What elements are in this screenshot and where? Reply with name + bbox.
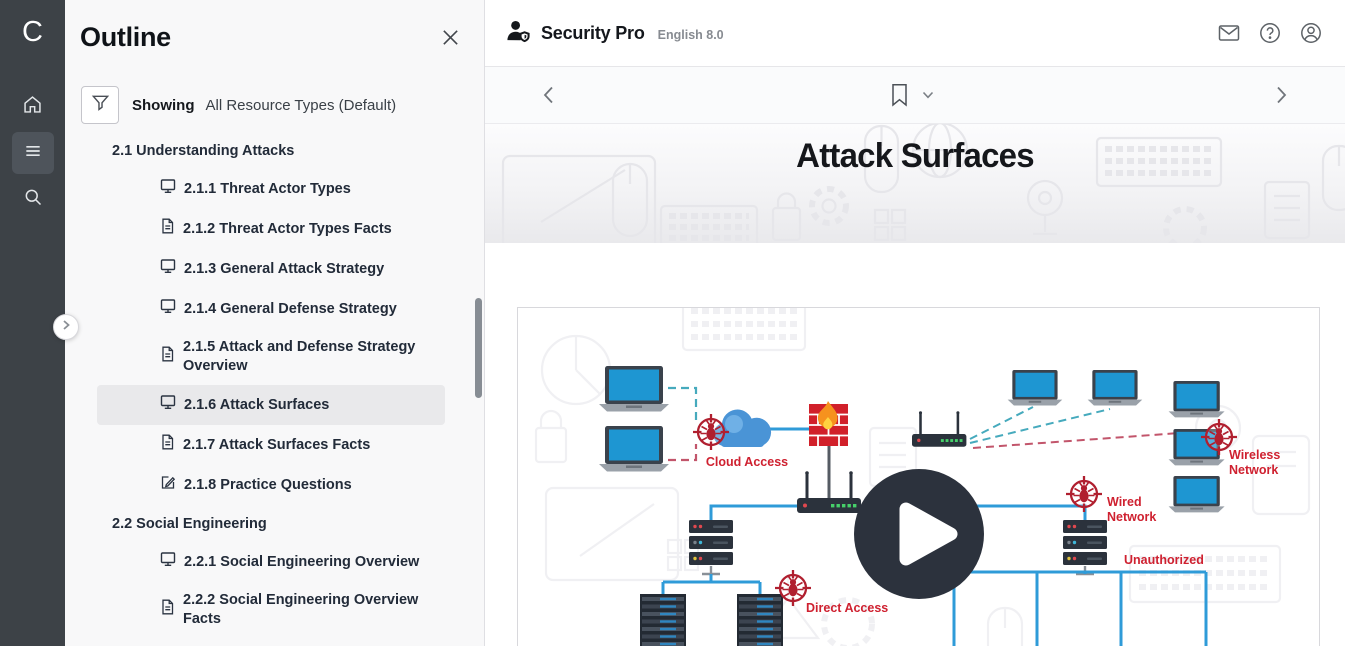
home-icon — [22, 94, 43, 120]
rail-outline-button[interactable] — [12, 132, 54, 174]
help-button[interactable] — [1258, 21, 1282, 45]
previous-lesson-button[interactable] — [535, 79, 563, 111]
outline-list: 2.1 Understanding Attacks 2.1.1 Threat A… — [65, 134, 484, 646]
document-icon — [160, 218, 175, 240]
rail-search-button[interactable] — [12, 178, 54, 220]
chevron-right-icon — [60, 318, 72, 336]
outline-item-2-2-3[interactable]: 2.2.3 Social Engineering Techniques — [65, 638, 484, 646]
wired-network-label-line2: Network — [1107, 510, 1156, 524]
outline-item-2-1-6-active[interactable]: 2.1.6 Attack Surfaces — [97, 385, 445, 425]
outline-item-2-1-5[interactable]: 2.1.5 Attack and Defense Strategy Overvi… — [65, 329, 484, 385]
close-outline-button[interactable] — [441, 28, 460, 47]
bookmark-button[interactable] — [891, 84, 908, 107]
document-icon — [160, 599, 175, 621]
filter-value: All Resource Types (Default) — [206, 97, 397, 114]
message-icon — [1217, 21, 1241, 45]
filter-button[interactable] — [81, 86, 119, 124]
next-chevron-icon — [1273, 85, 1289, 105]
wireless-network-label-line2: Network — [1229, 463, 1278, 477]
play-button[interactable] — [854, 469, 984, 599]
lesson-banner: Attack Surfaces — [485, 124, 1345, 243]
filter-row: Showing All Resource Types (Default) — [81, 86, 484, 124]
app-logo: C — [22, 12, 43, 52]
outline-panel: Outline Showing All Resource Types (Defa… — [65, 0, 485, 646]
security-pro-shield-user-icon — [505, 18, 532, 49]
lesson-content: Cloud Access Direct Acce — [485, 243, 1345, 646]
bookmark-menu-button[interactable] — [922, 91, 934, 100]
network-diagram-thumbnail: Cloud Access Direct Acce — [518, 308, 1320, 646]
outline-section-2-1: 2.1 Understanding Attacks — [65, 134, 484, 169]
funnel-icon — [91, 93, 110, 117]
direct-access-label: Direct Access — [806, 601, 888, 615]
outline-item-2-1-3[interactable]: 2.1.3 General Attack Strategy — [65, 249, 484, 289]
panel-expand-button[interactable] — [53, 314, 79, 340]
unauthorized-label: Unauthorized — [1124, 553, 1204, 567]
menu-icon — [23, 141, 43, 166]
main-area: Security Pro English 8.0 — [485, 0, 1345, 646]
wireless-router-shape — [912, 411, 966, 447]
cloud-access-label: Cloud Access — [706, 455, 788, 469]
rail-home-button[interactable] — [12, 86, 54, 128]
bookmark-icon — [891, 84, 908, 107]
outline-item-2-1-1[interactable]: 2.1.1 Threat Actor Types — [65, 169, 484, 209]
app-window: C — [0, 0, 1345, 646]
practice-edit-icon — [160, 474, 176, 496]
video-player[interactable]: Cloud Access Direct Acce — [517, 307, 1320, 646]
product-header: Security Pro English 8.0 — [485, 0, 1345, 67]
search-icon — [23, 187, 43, 212]
chevron-down-icon — [922, 91, 934, 100]
outline-item-2-1-7[interactable]: 2.1.7 Attack Surfaces Facts — [65, 425, 484, 465]
previous-chevron-icon — [541, 85, 557, 105]
close-icon — [441, 34, 460, 51]
document-icon — [160, 434, 175, 456]
video-lesson-icon — [160, 298, 176, 320]
filter-showing-label: Showing — [132, 97, 195, 114]
video-lesson-icon — [160, 394, 176, 416]
outline-item-2-1-8[interactable]: 2.1.8 Practice Questions — [65, 465, 484, 505]
product-edition: English 8.0 — [658, 28, 724, 42]
next-lesson-button[interactable] — [1267, 79, 1295, 111]
outline-title: Outline — [80, 22, 171, 53]
video-lesson-icon — [160, 551, 176, 573]
video-lesson-icon — [160, 258, 176, 280]
document-icon — [160, 346, 175, 368]
video-lesson-icon — [160, 178, 176, 200]
firewall-shape — [809, 401, 848, 446]
outline-item-2-2-1[interactable]: 2.2.1 Social Engineering Overview — [65, 542, 484, 582]
server-rack-shape — [737, 594, 783, 646]
account-icon — [1299, 21, 1323, 45]
product-name: Security Pro — [541, 23, 645, 44]
server-stack-shape — [689, 520, 733, 565]
outline-item-2-2-2[interactable]: 2.2.2 Social Engineering Overview Facts — [65, 582, 484, 638]
lesson-navbar — [485, 67, 1345, 124]
lesson-title: Attack Surfaces — [498, 124, 1332, 176]
messages-button[interactable] — [1217, 21, 1241, 45]
server-stack-shape — [1063, 520, 1107, 565]
wired-network-label-line1: Wired — [1107, 495, 1142, 509]
account-button[interactable] — [1299, 21, 1323, 45]
server-rack-shape — [640, 594, 686, 646]
outline-scrollbar — [475, 0, 482, 646]
wireless-network-label-line1: Wireless — [1229, 448, 1280, 462]
outline-item-2-1-4[interactable]: 2.1.4 General Defense Strategy — [65, 289, 484, 329]
scrollbar-thumb[interactable] — [475, 298, 482, 398]
outline-section-2-2: 2.2 Social Engineering — [65, 505, 484, 542]
outline-item-2-1-2[interactable]: 2.1.2 Threat Actor Types Facts — [65, 209, 484, 249]
help-icon — [1258, 21, 1282, 45]
